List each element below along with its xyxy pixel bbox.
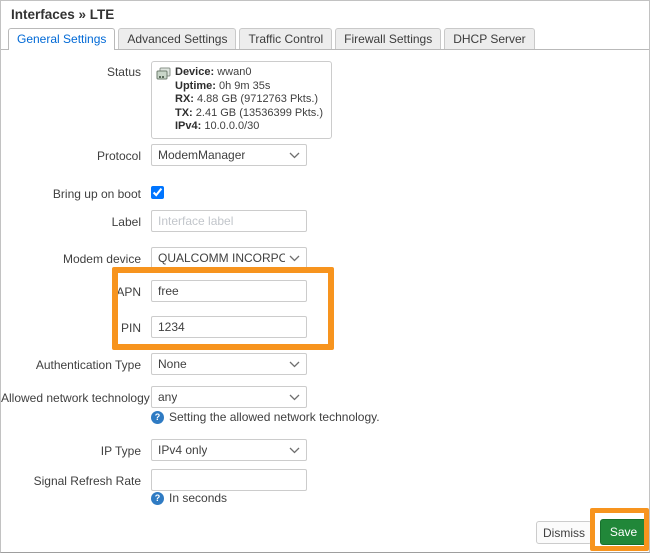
- signal-refresh-rate-label: Signal Refresh Rate: [1, 474, 141, 488]
- chevron-down-icon: [289, 357, 300, 371]
- allowed-network-technology-select-value: any: [158, 390, 177, 404]
- status-line: IPv4: 10.0.0.0/30: [175, 120, 323, 134]
- chevron-down-icon: [289, 251, 300, 265]
- bring-up-on-boot-label: Bring up on boot: [1, 187, 141, 201]
- status-line: TX: 2.41 GB (13536399 Pkts.): [175, 107, 323, 121]
- chevron-down-icon: [289, 390, 300, 404]
- label-input[interactable]: [151, 210, 307, 232]
- chevron-down-icon: [289, 148, 300, 162]
- authentication-type-select[interactable]: None: [151, 353, 307, 375]
- modem-device-select[interactable]: QUALCOMM INCORPORATE: [151, 247, 307, 269]
- tab-advanced-settings[interactable]: Advanced Settings: [118, 28, 236, 49]
- status-box: Device: wwan0 Uptime: 0h 9m 35s RX: 4.88…: [151, 61, 332, 139]
- chevron-down-icon: [289, 443, 300, 457]
- modem-device-label: Modem device: [1, 252, 141, 266]
- protocol-select[interactable]: ModemManager: [151, 144, 307, 166]
- page-title: Interfaces » LTE: [11, 7, 114, 22]
- pin-input[interactable]: [151, 316, 307, 338]
- interface-icon: [156, 67, 171, 85]
- status-line: Uptime: 0h 9m 35s: [175, 80, 323, 94]
- tab-general-settings[interactable]: General Settings: [8, 28, 115, 49]
- dismiss-button[interactable]: Dismiss: [536, 521, 592, 544]
- signal-refresh-rate-input[interactable]: [151, 469, 307, 491]
- allowed-network-technology-label: Allowed network technology: [1, 391, 141, 405]
- apn-input[interactable]: [151, 280, 307, 302]
- ip-type-label: IP Type: [1, 444, 141, 458]
- apn-label: APN: [1, 285, 141, 299]
- pin-label: PIN: [1, 321, 141, 335]
- status-line: RX: 4.88 GB (9712763 Pkts.): [175, 93, 323, 107]
- tab-traffic-control[interactable]: Traffic Control: [239, 28, 332, 49]
- status-label: Status: [1, 65, 141, 79]
- bring-up-on-boot-checkbox[interactable]: [151, 186, 164, 199]
- help-icon: ?: [151, 411, 164, 424]
- label-label: Label: [1, 215, 141, 229]
- signal-refresh-rate-help: ? In seconds: [151, 491, 227, 505]
- interface-edit-dialog: Interfaces » LTE General Settings Advanc…: [0, 0, 650, 553]
- protocol-select-value: ModemManager: [158, 148, 245, 162]
- allowed-network-technology-select[interactable]: any: [151, 386, 307, 408]
- authentication-type-select-value: None: [158, 357, 187, 371]
- allowed-network-technology-help: ? Setting the allowed network technology…: [151, 410, 380, 424]
- authentication-type-label: Authentication Type: [1, 358, 141, 372]
- tab-firewall-settings[interactable]: Firewall Settings: [335, 28, 441, 49]
- help-text: In seconds: [169, 491, 227, 505]
- save-button[interactable]: Save: [600, 519, 647, 545]
- tab-bar: General Settings Advanced Settings Traff…: [1, 29, 649, 50]
- protocol-label: Protocol: [1, 149, 141, 163]
- modem-device-select-value: QUALCOMM INCORPORATE: [158, 251, 285, 265]
- help-icon: ?: [151, 492, 164, 505]
- help-text: Setting the allowed network technology.: [169, 410, 380, 424]
- tab-dhcp-server[interactable]: DHCP Server: [444, 28, 534, 49]
- ip-type-select-value: IPv4 only: [158, 443, 207, 457]
- status-text: Device: wwan0 Uptime: 0h 9m 35s RX: 4.88…: [175, 66, 323, 134]
- status-line: Device: wwan0: [175, 66, 323, 80]
- ip-type-select[interactable]: IPv4 only: [151, 439, 307, 461]
